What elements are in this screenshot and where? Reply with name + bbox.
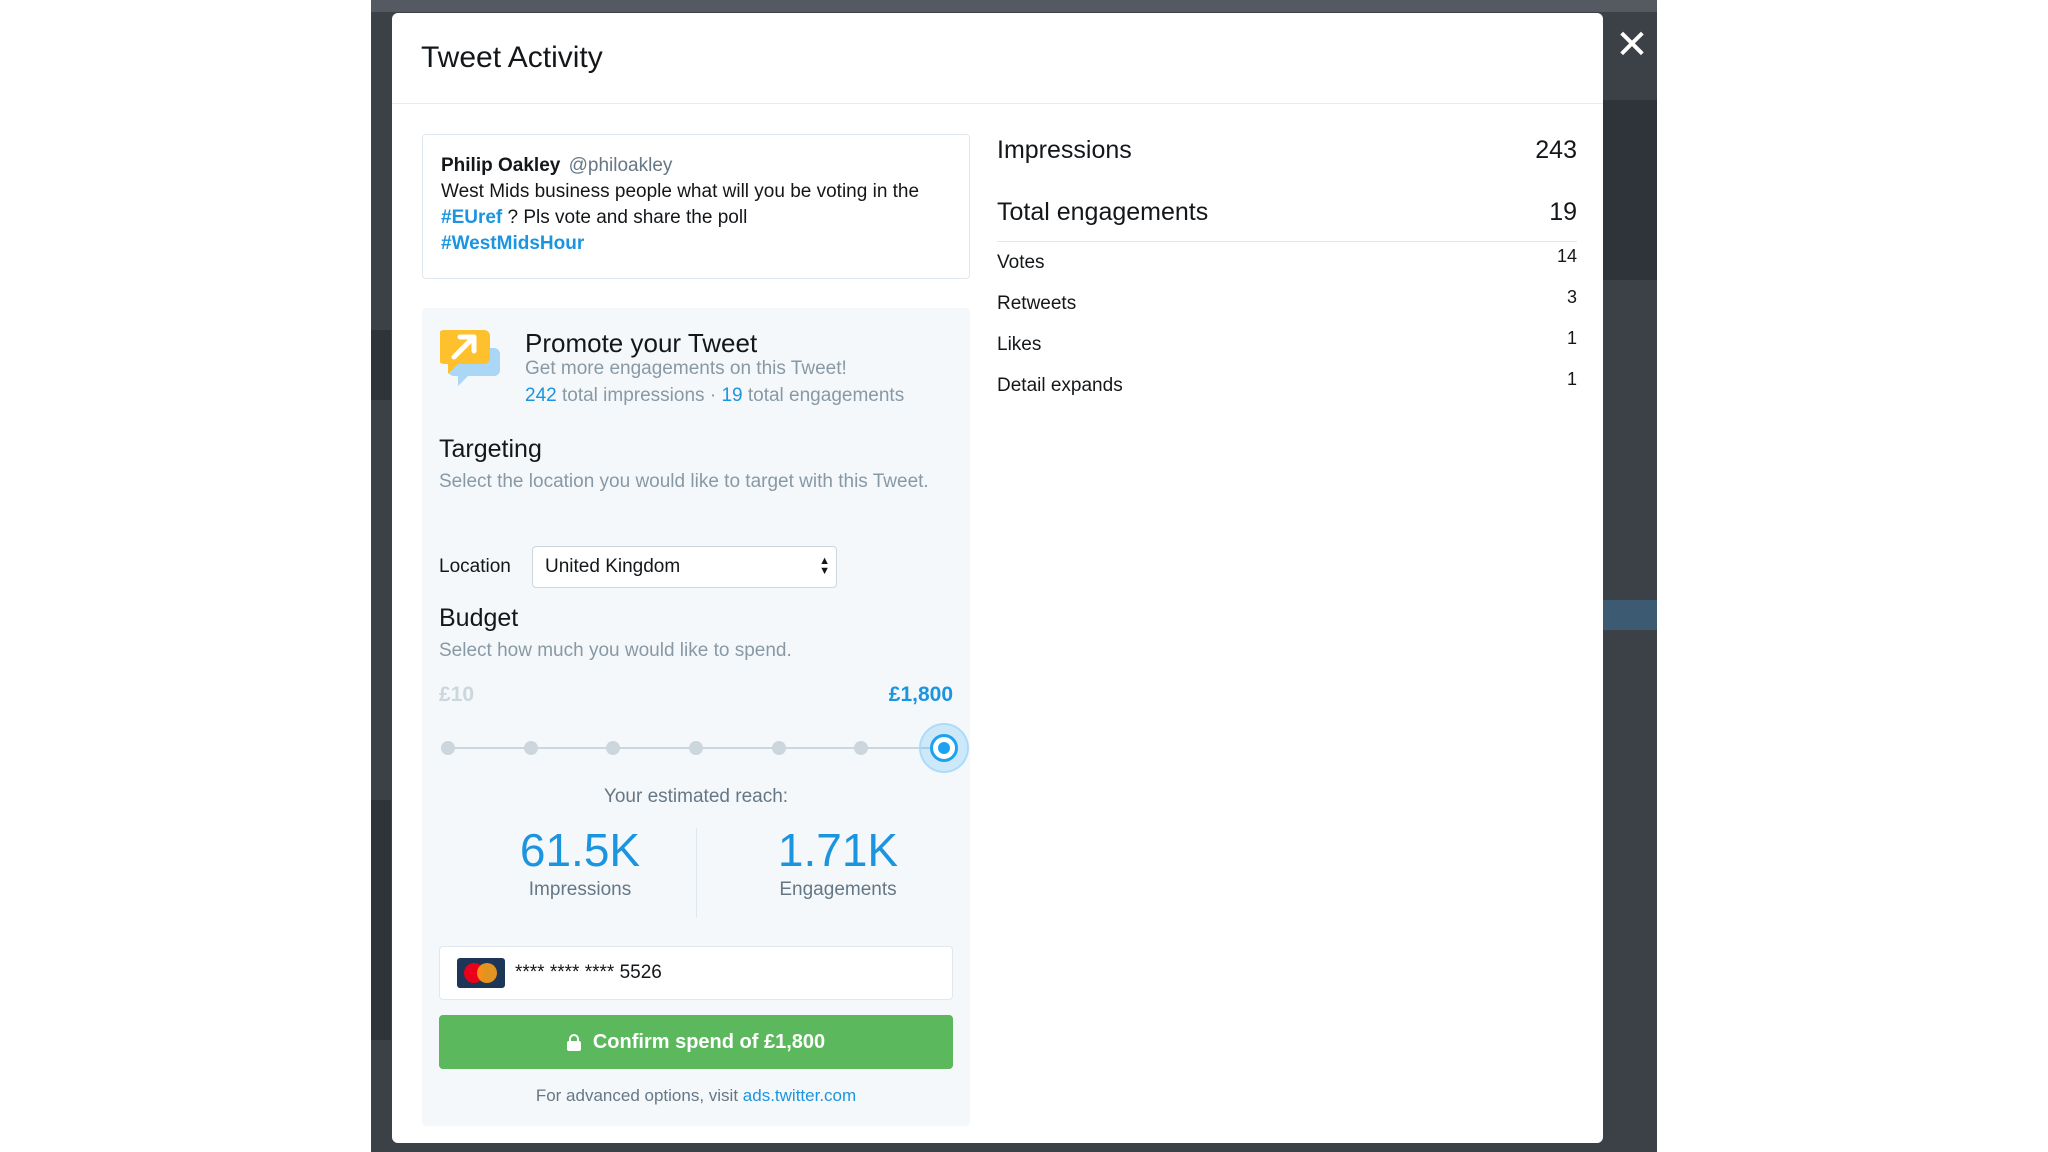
promote-subtitle: Get more engagements on this Tweet! (525, 358, 847, 379)
slider-step-dot[interactable] (606, 741, 621, 755)
advanced-options-note: For advanced options, visit ads.twitter.… (422, 1086, 970, 1106)
reach-impressions-value: 61.5K (519, 824, 641, 876)
targeting-title: Targeting (439, 435, 542, 463)
backdrop-panel (1601, 100, 1657, 280)
stat-total-engagements: Total engagements 19 (997, 187, 1577, 237)
slider-step-dot[interactable] (523, 741, 538, 755)
stat-impressions-value: 243 (1535, 135, 1577, 164)
promote-title: Promote your Tweet (525, 328, 758, 358)
card-number: **** **** **** 5526 (515, 962, 662, 983)
slider-step-dot[interactable] (441, 741, 455, 755)
confirm-spend-button[interactable]: Confirm spend of £1,800 (439, 1015, 953, 1069)
tweet-activity-modal: Tweet Activity Philip Oakley @philoakley… (392, 13, 1603, 1143)
ads-twitter-link[interactable]: ads.twitter.com (743, 1086, 856, 1105)
stat-breakdown-value: 1 (1566, 369, 1577, 389)
promote-impressions-count: 242 (525, 385, 557, 406)
budget-min-label: £10 (439, 683, 475, 706)
hashtag-link[interactable]: #WestMidsHour (441, 233, 584, 254)
reach-engagements-value: 1.71K (777, 824, 899, 876)
payment-card-selector[interactable]: **** **** **** 5526 (439, 946, 953, 1000)
tweet-author: Philip Oakley @philoakley (441, 153, 951, 179)
stat-breakdown-row: Retweets 3 (997, 287, 1577, 334)
promote-panel: Promote your Tweet Get more engagements … (422, 308, 970, 1126)
reach-impressions-caption: Impressions (528, 879, 632, 900)
budget-max-label: £1,800 (888, 683, 953, 706)
slider-step-dot[interactable] (854, 741, 869, 755)
reach-impressions: 61.5K Impressions (450, 823, 710, 901)
reach-divider (696, 828, 697, 918)
reach-engagements: 1.71K Engagements (708, 823, 968, 901)
backdrop-top-bar (371, 0, 1657, 12)
budget-slider[interactable] (441, 723, 969, 773)
close-icon[interactable]: ✕ (1615, 25, 1649, 65)
stat-breakdown-row: Votes 14 (997, 246, 1577, 293)
hashtag-link[interactable]: #EUref (441, 207, 502, 228)
tweet-stats: Impressions 243 Total engagements 19 Vot… (997, 125, 1577, 416)
select-arrows-icon: ▲ ▼ (819, 555, 830, 577)
advanced-options-text: For advanced options, visit (535, 1086, 743, 1105)
tweet-author-handle[interactable]: @philoakley (569, 155, 673, 176)
slider-thumb[interactable] (919, 723, 969, 773)
stat-breakdown-value: 3 (1566, 287, 1577, 307)
targeting-description: Select the location you would like to ta… (439, 471, 929, 492)
promote-separator: · (709, 385, 717, 406)
backdrop-highlight (1601, 600, 1657, 630)
promote-engagements-count: 19 (721, 385, 743, 406)
slider-step-dot[interactable] (771, 741, 786, 755)
modal-header: Tweet Activity (392, 13, 1603, 104)
stat-breakdown-label: Likes (997, 334, 1042, 355)
budget-description: Select how much you would like to spend. (439, 640, 792, 661)
budget-title: Budget (439, 604, 519, 632)
location-value: United Kingdom (545, 556, 681, 577)
stat-breakdown-value: 1 (1566, 328, 1577, 348)
slider-step-dot[interactable] (689, 741, 703, 755)
backdrop-left-block (371, 330, 391, 400)
stat-breakdown-row: Likes 1 (997, 328, 1577, 375)
stat-engagements-label: Total engagements (997, 197, 1209, 226)
promote-stats: 242 total impressions · 19 total engagem… (525, 385, 904, 407)
mastercard-icon (457, 958, 505, 988)
tweet-text-part: ? Pls vote and share the poll (502, 207, 748, 228)
stat-breakdown-label: Votes (997, 252, 1045, 273)
stat-impressions-label: Impressions (997, 135, 1132, 164)
stat-breakdown-row: Detail expands 1 (997, 369, 1577, 416)
tweet-text: West Mids business people what will you … (441, 179, 951, 257)
backdrop-left-block (371, 800, 391, 1040)
stat-engagements-value: 19 (1549, 197, 1577, 226)
tweet-text-part: West Mids business people what will you … (441, 181, 920, 202)
tweet-author-name[interactable]: Philip Oakley (441, 155, 560, 176)
modal-title: Tweet Activity (421, 41, 603, 74)
stat-breakdown-value: 14 (1556, 246, 1577, 266)
promote-engagements-label: total engagements (747, 385, 905, 406)
location-label: Location (439, 556, 511, 577)
stat-impressions: Impressions 243 (997, 125, 1577, 175)
reach-engagements-caption: Engagements (779, 879, 897, 900)
lock-icon (566, 1033, 581, 1051)
stats-divider (997, 241, 1577, 242)
confirm-spend-label: Confirm spend of £1,800 (592, 1030, 826, 1053)
stat-breakdown-label: Retweets (997, 293, 1077, 314)
promote-impressions-label: total impressions (561, 385, 705, 406)
promote-arrow-icon (440, 330, 500, 386)
estimated-reach-label: Your estimated reach: (603, 786, 789, 807)
tweet-card[interactable]: Philip Oakley @philoakley West Mids busi… (422, 134, 970, 279)
stat-breakdown-label: Detail expands (997, 375, 1123, 396)
location-select[interactable]: United Kingdom ▲ ▼ (532, 546, 837, 588)
